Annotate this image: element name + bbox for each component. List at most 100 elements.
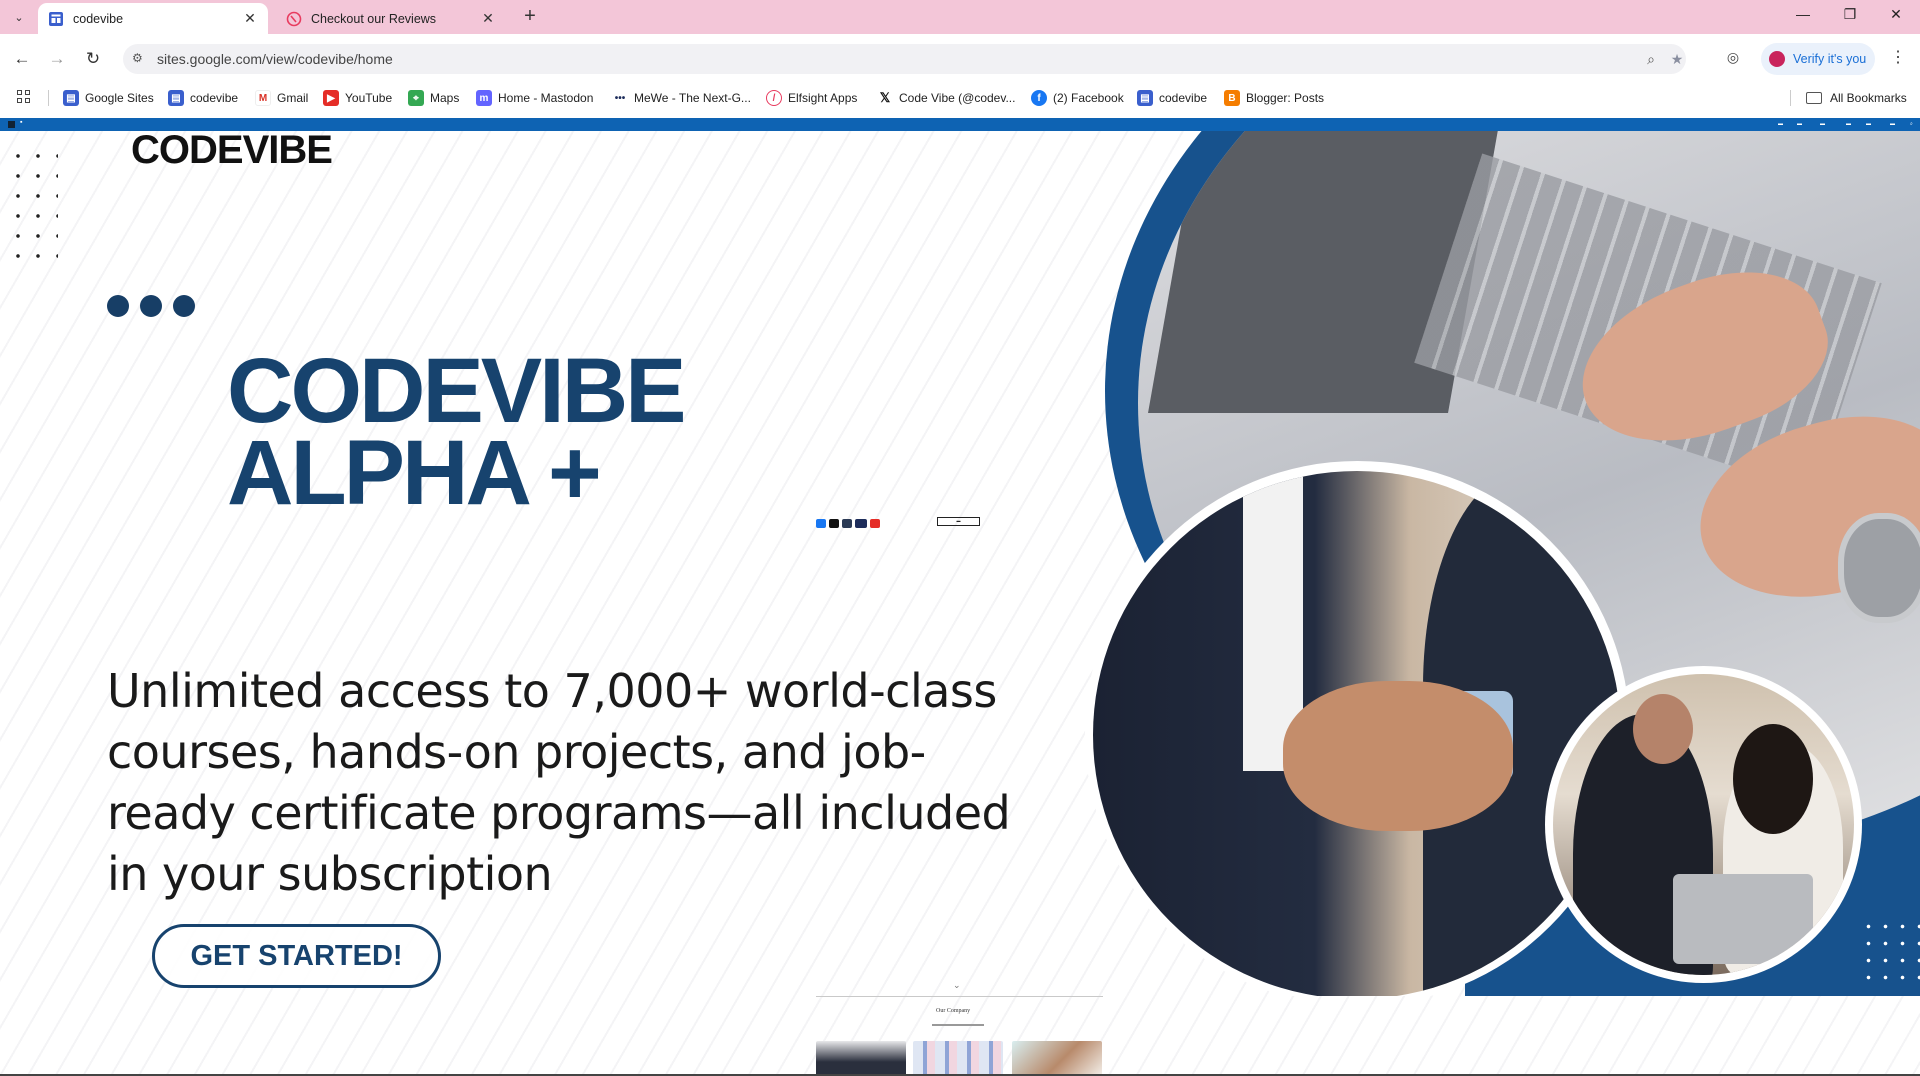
site-settings-icon[interactable]: ⚙ bbox=[132, 51, 148, 67]
forward-icon[interactable]: → bbox=[46, 48, 68, 70]
divider bbox=[816, 996, 1103, 997]
avatar bbox=[1769, 51, 1785, 67]
bookmark-label: Home - Mastodon bbox=[498, 91, 594, 105]
nav-item[interactable]: ▬ bbox=[1778, 121, 1783, 127]
zoom-icon[interactable]: ⌕ bbox=[1641, 49, 1661, 69]
bookmark-label: Code Vibe (@codev... bbox=[899, 91, 1016, 105]
section-title: Our Company bbox=[936, 1008, 971, 1014]
address-bar[interactable]: ⚙ sites.google.com/view/codevibe/home ⌕ … bbox=[123, 44, 1686, 74]
bookmark-label: codevibe bbox=[190, 91, 239, 105]
nav-item[interactable]: ▬ bbox=[1866, 121, 1871, 127]
minimize-icon[interactable]: — bbox=[1793, 6, 1813, 26]
site-brand[interactable]: ▪ bbox=[20, 119, 22, 126]
bookmark-blogger[interactable]: B Blogger: Posts bbox=[1224, 88, 1324, 108]
all-bookmarks-label: All Bookmarks bbox=[1830, 91, 1907, 105]
blogger-icon: B bbox=[1224, 90, 1240, 106]
all-bookmarks-button[interactable]: All Bookmarks bbox=[1806, 88, 1907, 108]
bookmark-star-icon[interactable]: ★ bbox=[1667, 49, 1687, 69]
bookmark-maps[interactable]: ⌖ Maps bbox=[408, 88, 459, 108]
nav-item[interactable]: ▬ bbox=[1820, 121, 1825, 127]
scroll-down-icon[interactable]: ⌄ bbox=[953, 980, 961, 991]
google-sites-icon: ▤ bbox=[1137, 90, 1153, 106]
x-icon[interactable] bbox=[829, 519, 839, 528]
x-icon: 𝕏 bbox=[879, 90, 891, 105]
bookmark-x-codevibe[interactable]: 𝕏 Code Vibe (@codev... bbox=[877, 88, 1016, 108]
bookmark-label: Maps bbox=[430, 91, 460, 105]
reload-icon[interactable]: ↻ bbox=[82, 48, 104, 70]
thumbnail-image[interactable] bbox=[1012, 1041, 1102, 1076]
mastodon-icon: m bbox=[476, 90, 492, 106]
folder-icon bbox=[1806, 92, 1822, 104]
nav-item[interactable]: ▬ bbox=[1846, 121, 1851, 127]
back-icon[interactable]: ← bbox=[11, 48, 33, 70]
extensions-icon[interactable]: ◎ bbox=[1723, 49, 1743, 69]
mewe-icon[interactable] bbox=[855, 519, 867, 528]
meeting-photo bbox=[1545, 666, 1862, 983]
nav-item[interactable]: ▬ bbox=[1890, 121, 1895, 127]
close-window-icon[interactable]: ✕ bbox=[1886, 6, 1906, 26]
get-started-button[interactable]: GET STARTED! bbox=[152, 924, 441, 988]
hero-subtitle: Unlimited access to 7,000+ world-class c… bbox=[107, 664, 1011, 901]
bookmark-label: YouTube bbox=[345, 91, 393, 105]
sign-in-button[interactable]: ▬ bbox=[937, 517, 980, 526]
bookmarks-bar: ▤ Google Sites ▤ codevibe M Gmail ▶ YouT… bbox=[0, 84, 1920, 112]
google-sites-icon bbox=[49, 11, 63, 26]
social-links bbox=[816, 519, 880, 528]
site-logo-text[interactable]: CODEVIBE bbox=[131, 128, 333, 173]
apps-grid-icon[interactable] bbox=[17, 90, 33, 106]
bookmark-codevibe[interactable]: ▤ codevibe bbox=[168, 88, 238, 108]
youtube-icon[interactable] bbox=[870, 519, 880, 528]
close-tab-icon[interactable]: ✕ bbox=[480, 10, 496, 27]
bookmark-label: Elfsight Apps bbox=[788, 91, 858, 105]
bookmark-codevibe-2[interactable]: ▤ codevibe bbox=[1137, 88, 1207, 108]
bookmark-elfsight[interactable]: / Elfsight Apps bbox=[766, 88, 857, 108]
restore-icon[interactable]: ❐ bbox=[1840, 6, 1860, 26]
bookmark-label: Blogger: Posts bbox=[1246, 91, 1325, 105]
decorative-dot-grid bbox=[8, 146, 58, 266]
bookmark-google-sites[interactable]: ▤ Google Sites bbox=[63, 88, 154, 108]
site-logo-icon[interactable] bbox=[8, 121, 15, 128]
tab-title: codevibe bbox=[73, 11, 124, 26]
maps-icon: ⌖ bbox=[408, 90, 424, 106]
bookmark-facebook[interactable]: f (2) Facebook bbox=[1031, 88, 1124, 108]
tab-strip: ⌄ codevibe ✕ Checkout our Reviews ✕ + — … bbox=[0, 0, 1920, 34]
divider bbox=[48, 90, 49, 106]
hero-title: CODEVIBE ALPHA + bbox=[227, 340, 687, 524]
thumbnail-image[interactable] bbox=[913, 1041, 1003, 1076]
nav-item[interactable]: ▬ bbox=[1797, 121, 1802, 127]
google-sites-icon: ▤ bbox=[63, 90, 79, 106]
close-tab-icon[interactable]: ✕ bbox=[242, 10, 258, 27]
bookmark-label: Gmail bbox=[277, 91, 309, 105]
bookmark-mewe[interactable]: ••• MeWe - The Next-G... bbox=[612, 88, 751, 108]
facebook-icon[interactable] bbox=[816, 519, 826, 528]
bookmark-mastodon[interactable]: m Home - Mastodon bbox=[476, 88, 593, 108]
mewe-icon: ••• bbox=[614, 92, 626, 104]
tab-reviews[interactable]: Checkout our Reviews ✕ bbox=[276, 3, 506, 34]
hero-title-line: ALPHA + bbox=[227, 422, 602, 524]
gmail-icon: M bbox=[255, 90, 271, 106]
bookmark-label: MeWe - The Next-G... bbox=[634, 91, 751, 105]
bookmark-label: (2) Facebook bbox=[1053, 91, 1124, 105]
tab-search-icon[interactable]: ⌄ bbox=[8, 6, 30, 28]
hero-image-collage bbox=[1085, 131, 1920, 996]
bookmark-gmail[interactable]: M Gmail bbox=[255, 88, 308, 108]
bookmark-youtube[interactable]: ▶ YouTube bbox=[323, 88, 392, 108]
new-tab-icon[interactable]: + bbox=[520, 6, 540, 27]
browser-toolbar: ← → ↻ ⚙ sites.google.com/view/codevibe/h… bbox=[0, 34, 1920, 84]
tab-codevibe[interactable]: codevibe ✕ bbox=[38, 3, 268, 34]
facebook-icon: f bbox=[1031, 90, 1047, 106]
thumbnail-image[interactable] bbox=[816, 1041, 906, 1076]
youtube-icon: ▶ bbox=[323, 90, 339, 106]
verify-profile-button[interactable]: Verify it's you bbox=[1761, 43, 1875, 75]
tab-title: Checkout our Reviews bbox=[311, 11, 437, 26]
bookmark-label: codevibe bbox=[1159, 91, 1208, 105]
hero-title-line: CODEVIBE bbox=[227, 340, 687, 442]
handshake-photo bbox=[1085, 461, 1630, 996]
url-text: sites.google.com/view/codevibe/home bbox=[157, 51, 393, 67]
decorative-dots bbox=[107, 295, 195, 317]
elfsight-icon bbox=[286, 11, 302, 26]
decorative-dot-grid bbox=[1860, 918, 1920, 988]
browser-menu-icon[interactable]: ⋮ bbox=[1890, 47, 1906, 69]
search-icon[interactable]: ⌕ bbox=[1910, 121, 1913, 127]
mastodon-icon[interactable] bbox=[842, 519, 852, 528]
